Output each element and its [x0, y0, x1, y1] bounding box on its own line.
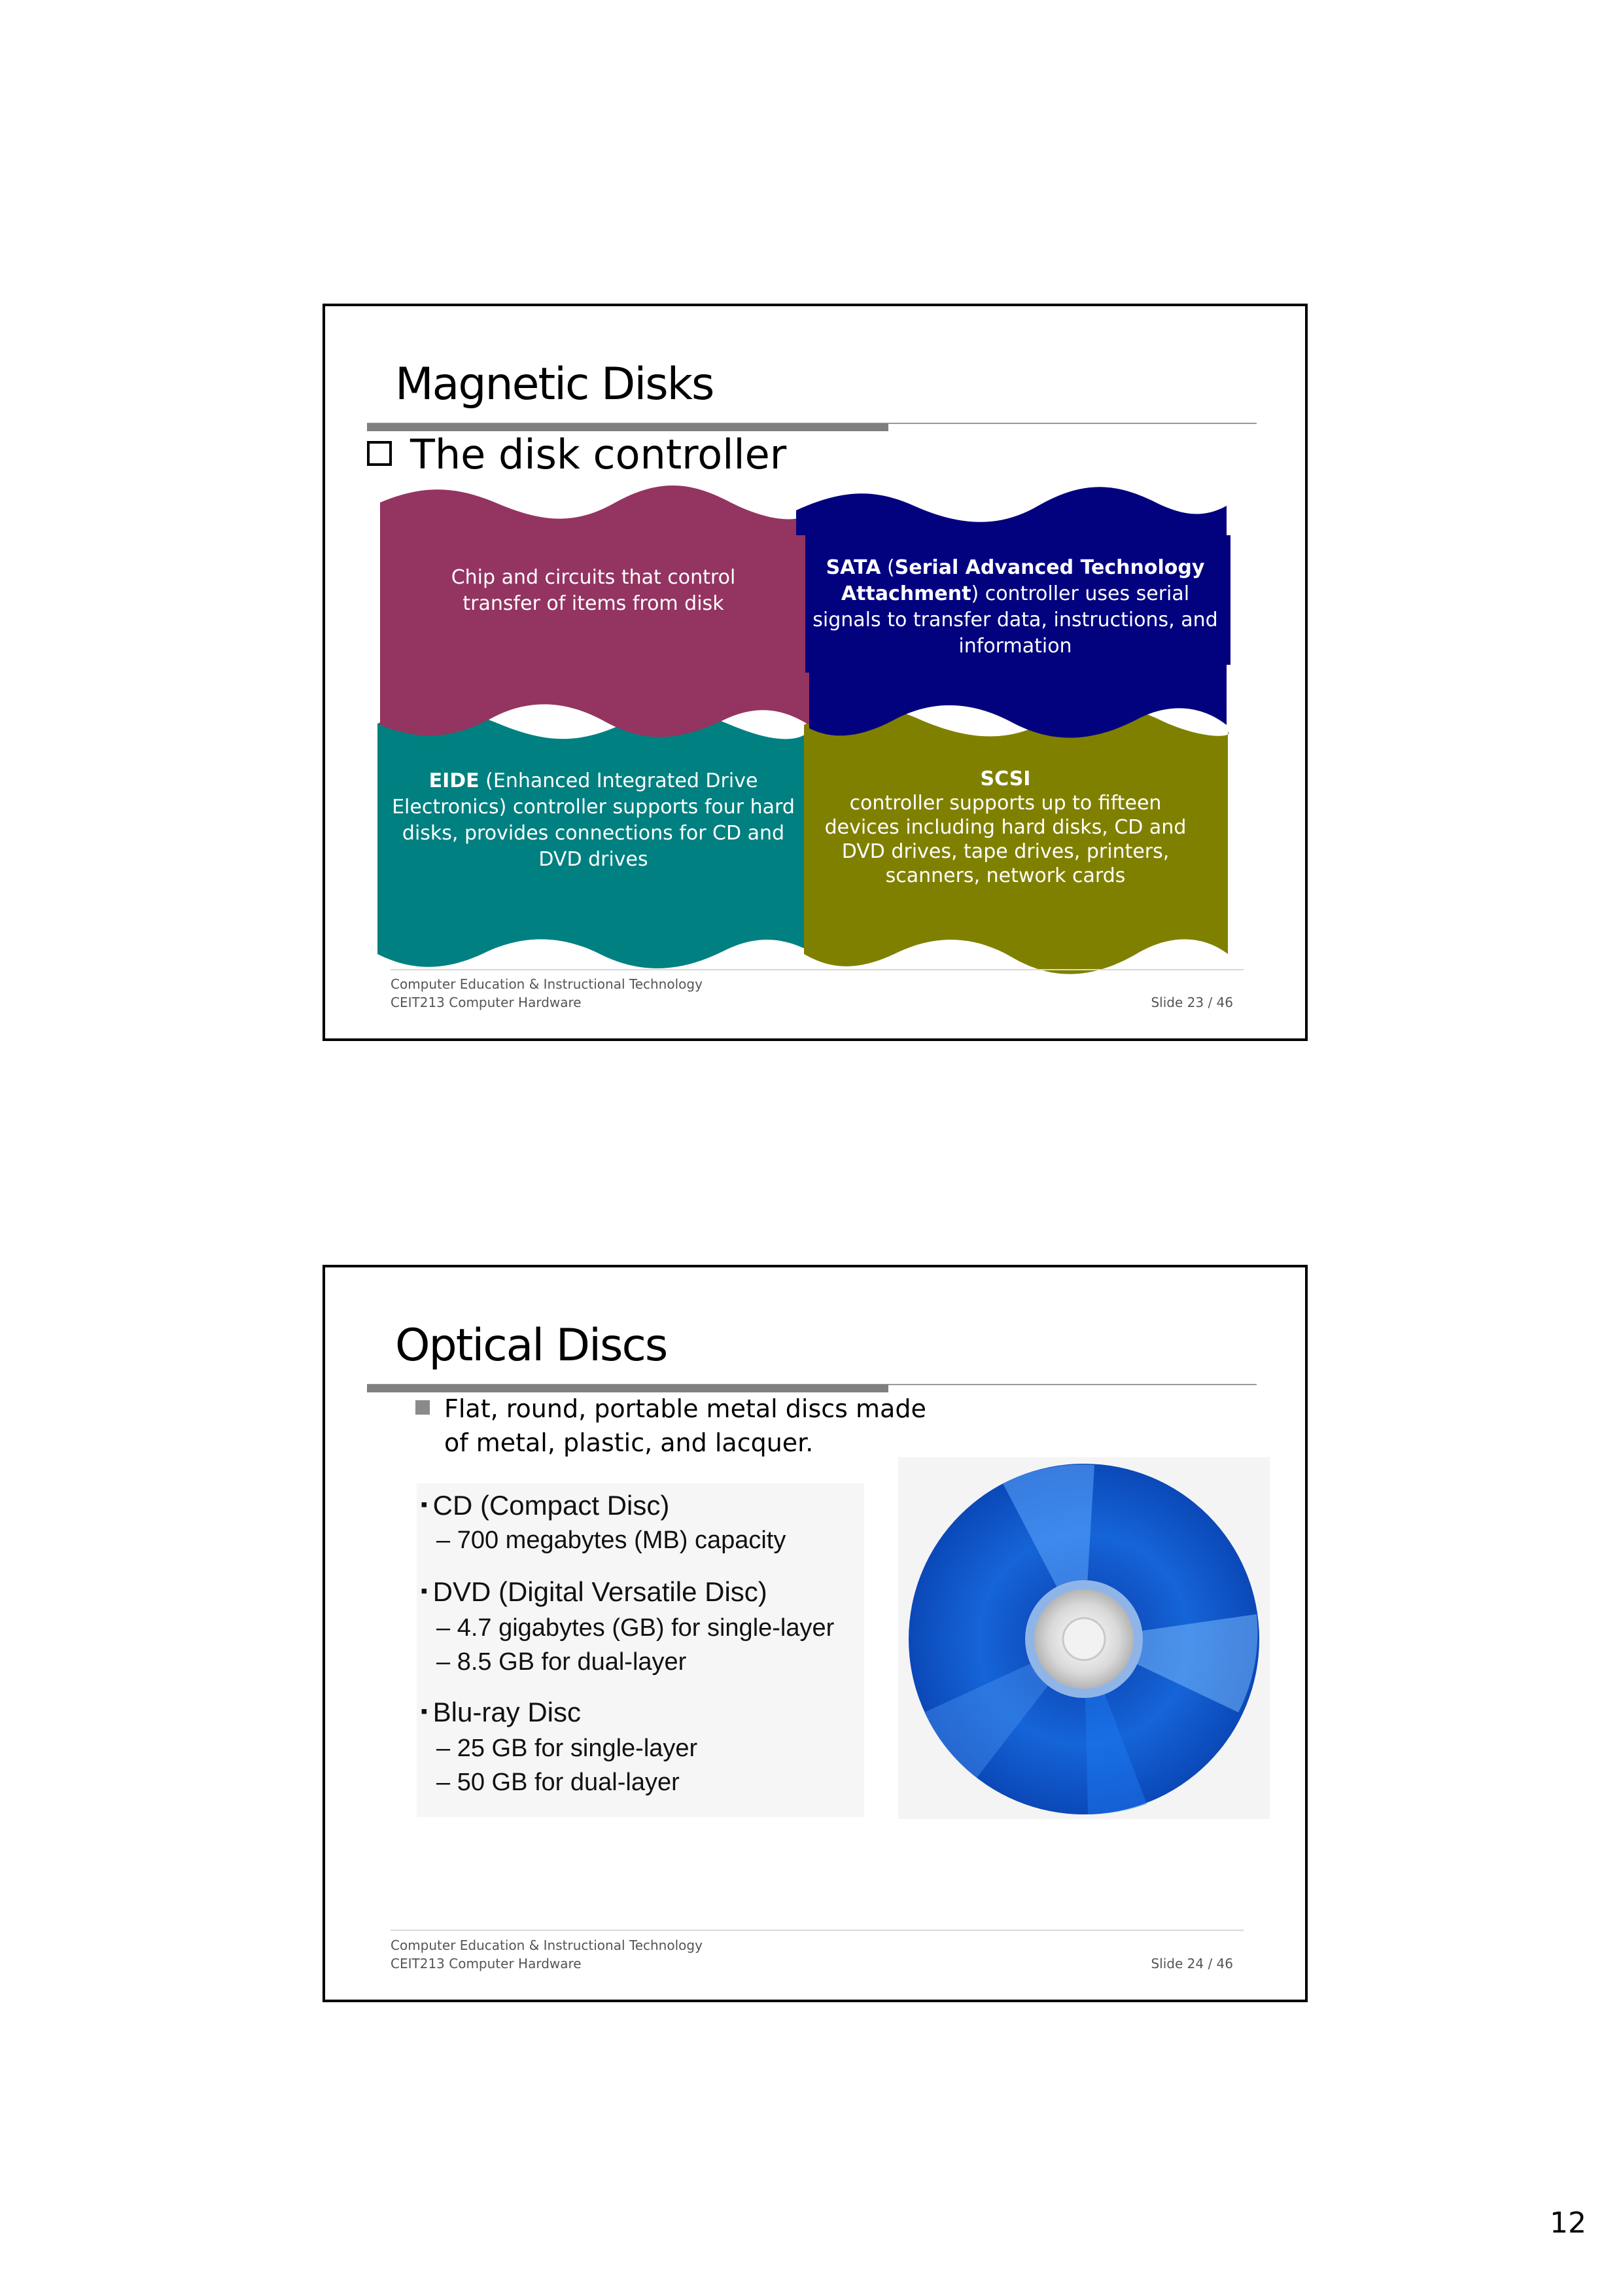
bullet-line-2: of metal, plastic, and lacquer. — [444, 1428, 814, 1457]
footer-rule — [391, 1930, 1244, 1931]
scsi-label: SCSI — [980, 768, 1031, 790]
sata-label: SATA — [826, 556, 881, 579]
bullet-line-1: Flat, round, portable metal discs made — [444, 1394, 926, 1423]
cd-capacity: 700 megabytes (MB) capacity — [436, 1527, 786, 1555]
footer-dept: Computer Education & Instructional Techn… — [391, 976, 703, 992]
footer: Computer Education & Instructional Techn… — [391, 1936, 703, 1973]
footer-course: CEIT213 Computer Hardware — [391, 1956, 582, 1971]
bullet-optical-desc: Flat, round, portable metal discs made of… — [415, 1392, 926, 1460]
dvd-single-layer: 4.7 gigabytes (GB) for single-layer — [436, 1614, 835, 1642]
sata-paren: ( — [881, 556, 895, 579]
slide-number: Slide 23 / 46 — [1151, 995, 1233, 1010]
page-number: 12 — [1550, 2206, 1586, 2240]
sata-description: SATA (Serial Advanced Technology Attachm… — [806, 555, 1225, 660]
slide-title: Optical Discs — [395, 1320, 668, 1371]
bluray-single-layer: 25 GB for single-layer — [436, 1735, 698, 1763]
cd-heading: CD (Compact Disc) — [421, 1490, 670, 1521]
dvd-heading: DVD (Digital Versatile Disc) — [421, 1576, 767, 1608]
scsi-description: SCSI controller supports up to fifteen de… — [816, 767, 1195, 888]
footer: Computer Education & Instructional Techn… — [391, 975, 703, 1012]
bluray-dual-layer: 50 GB for dual-layer — [436, 1769, 680, 1797]
footer-course: CEIT213 Computer Hardware — [391, 995, 582, 1010]
chip-description: Chip and circuits that control transfer … — [451, 566, 736, 615]
square-bullet-icon — [415, 1400, 430, 1415]
optical-disc-icon — [909, 1464, 1259, 1814]
bluray-heading: Blu-ray Disc — [421, 1697, 581, 1728]
slide-magnetic-disks: Magnetic Disks The disk controller Chip … — [323, 304, 1308, 1041]
scsi-text: controller supports up to fifteen device… — [824, 792, 1187, 887]
footer-rule — [391, 969, 1244, 970]
footer-dept: Computer Education & Instructional Techn… — [391, 1937, 703, 1953]
disc-capacity-list: CD (Compact Disc) 700 megabytes (MB) cap… — [417, 1483, 864, 1817]
disc-image — [898, 1457, 1270, 1819]
controller-wave-diagram — [377, 485, 1230, 974]
slide-optical-discs: Optical Discs Flat, round, portable meta… — [323, 1265, 1308, 2002]
slide-number: Slide 24 / 46 — [1151, 1956, 1233, 1971]
eide-label: EIDE — [428, 769, 480, 792]
eide-description: EIDE (Enhanced Integrated Drive Electron… — [381, 768, 806, 873]
dvd-dual-layer: 8.5 GB for dual-layer — [436, 1648, 687, 1676]
